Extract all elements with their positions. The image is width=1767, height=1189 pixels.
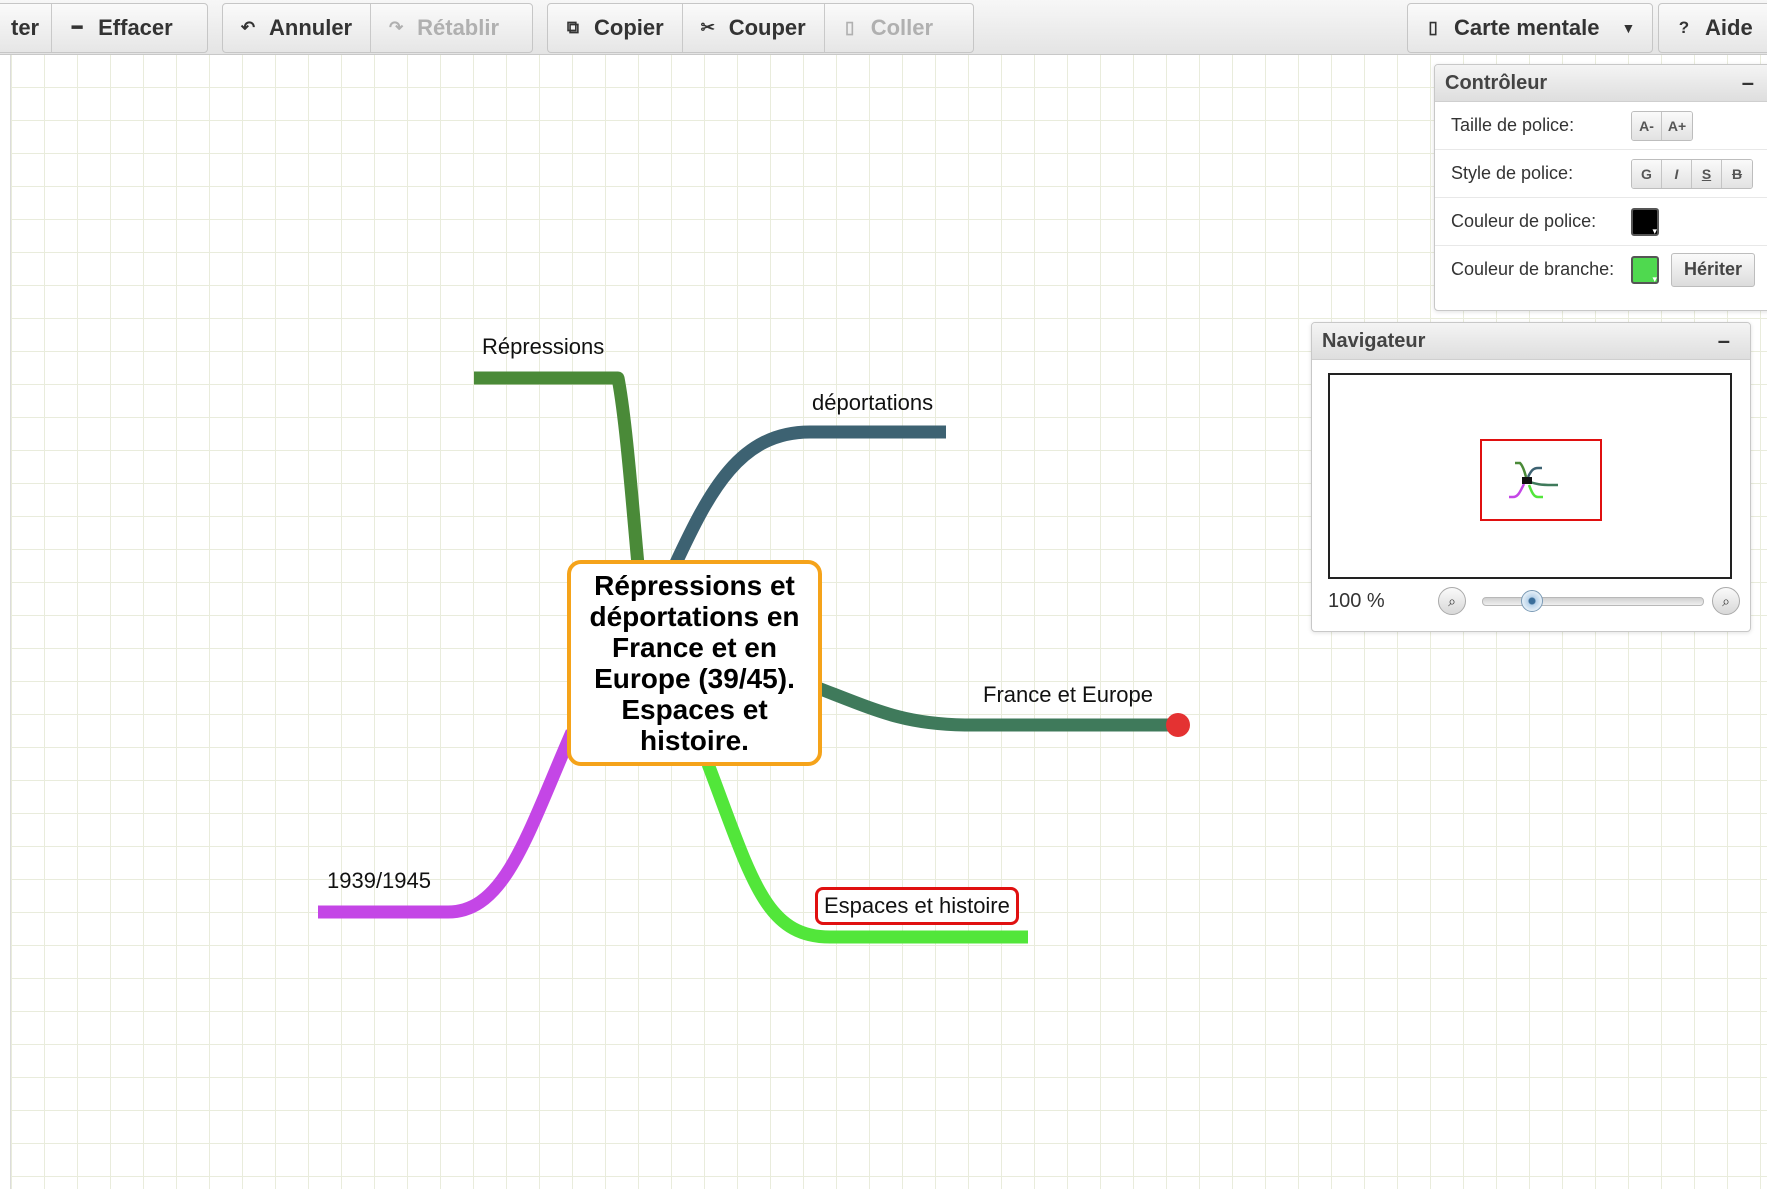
branch-label-repressions[interactable]: Répressions: [482, 334, 604, 360]
zoom-in-icon[interactable]: ⌕: [1712, 587, 1740, 615]
toolbar-group-mode: ▯ Carte mentale ▼: [1407, 3, 1653, 53]
copier-label: Copier: [594, 15, 664, 40]
effacer-button[interactable]: ━ Effacer: [52, 4, 191, 52]
couper-label: Couper: [728, 15, 806, 40]
underline-button[interactable]: S: [1692, 159, 1722, 188]
carte-mentale-dropdown[interactable]: ▯ Carte mentale ▼: [1408, 4, 1652, 52]
font-size-row: Taille de police: A- A+: [1435, 102, 1767, 150]
font-size-decrease-button[interactable]: A-: [1632, 111, 1662, 140]
branch-color-row: Couleur de branche: Hériter: [1435, 246, 1767, 293]
toolbar-group-edit: ter ━ Effacer: [0, 3, 208, 53]
couper-button[interactable]: ✂ Couper: [683, 4, 825, 52]
navigator-preview[interactable]: [1328, 373, 1732, 579]
italic-button[interactable]: I: [1662, 159, 1692, 188]
toolbar-group-help: ? Aide: [1658, 3, 1767, 53]
inherit-button[interactable]: Hériter: [1671, 252, 1756, 287]
aide-button[interactable]: ? Aide: [1659, 4, 1767, 52]
retablir-button[interactable]: ↷ Rétablir: [371, 4, 517, 52]
collapse-icon[interactable]: –: [1738, 70, 1758, 96]
collapse-icon[interactable]: –: [1714, 328, 1734, 354]
branch-end-dot[interactable]: [1166, 713, 1190, 737]
toolbar-group-history: ↶ Annuler ↷ Rétablir: [222, 3, 533, 53]
branch-label-espaces-et-histoire[interactable]: Espaces et histoire: [815, 887, 1019, 925]
font-style-row: Style de police: G I S B: [1435, 150, 1767, 198]
navigator-header: Navigateur –: [1312, 323, 1750, 360]
branch-line-deportations[interactable]: [669, 425, 946, 568]
font-style-buttons: G I S B: [1631, 158, 1753, 189]
font-style-label: Style de police:: [1451, 163, 1574, 183]
font-color-row: Couleur de police:: [1435, 198, 1767, 246]
partial-button[interactable]: ter: [0, 4, 53, 52]
central-topic-node[interactable]: Répressions et déportations en France et…: [567, 560, 822, 766]
zoom-out-icon[interactable]: ⌕: [1438, 587, 1466, 615]
partial-button-label: ter: [11, 15, 40, 40]
branch-color-swatch[interactable]: [1631, 255, 1659, 285]
controller-panel: Contrôleur – Taille de police: A- A+ Sty…: [1434, 64, 1767, 311]
bold-button[interactable]: G: [1632, 159, 1662, 188]
coller-label: Coller: [870, 15, 934, 40]
copy-icon: ⧉: [566, 18, 580, 37]
zoom-slider[interactable]: [1482, 590, 1704, 612]
retablir-label: Rétablir: [417, 15, 500, 40]
branch-label-deportations[interactable]: déportations: [812, 390, 933, 416]
scissors-icon: ✂: [700, 18, 715, 37]
zoom-level-label: 100 %: [1328, 590, 1385, 612]
carte-mentale-label: Carte mentale: [1454, 15, 1600, 40]
branch-label-1939-1945[interactable]: 1939/1945: [327, 868, 431, 894]
toolbar-group-clipboard: ⧉ Copier ✂ Couper ▯ Coller: [547, 3, 974, 53]
font-size-buttons: A- A+: [1631, 110, 1693, 141]
controller-header: Contrôleur –: [1435, 65, 1767, 102]
branch-line-repressions[interactable]: [474, 371, 645, 566]
undo-icon: ↶: [240, 18, 256, 37]
effacer-label: Effacer: [98, 15, 173, 40]
zoom-controls: 100 % ⌕ ⌕: [1328, 587, 1740, 617]
font-color-label: Couleur de police:: [1451, 211, 1597, 231]
central-topic-text: Répressions et déportations en France et…: [589, 570, 800, 756]
annuler-button[interactable]: ↶ Annuler: [223, 4, 372, 52]
branch-color-label: Couleur de branche:: [1451, 259, 1615, 279]
document-icon: ▯: [1428, 18, 1438, 37]
zoom-slider-thumb[interactable]: [1521, 590, 1544, 612]
font-color-swatch[interactable]: [1631, 207, 1659, 237]
strikethrough-button[interactable]: B: [1722, 159, 1752, 188]
font-size-increase-button[interactable]: A+: [1662, 111, 1692, 140]
navigator-title: Navigateur: [1322, 329, 1426, 352]
navigator-panel: Navigateur – 100 % ⌕ ⌕: [1311, 322, 1751, 632]
copier-button[interactable]: ⧉ Copier: [548, 4, 683, 52]
chevron-down-icon: ▼: [1621, 20, 1636, 36]
paste-icon: ▯: [845, 18, 855, 37]
toolbar: ter ━ Effacer ↶ Annuler ↷ Rétablir ⧉ Cop…: [0, 0, 1767, 55]
coller-button[interactable]: ▯ Coller: [825, 4, 951, 52]
branch-label-france-europe[interactable]: France et Europe: [983, 682, 1153, 708]
minus-icon: ━: [72, 18, 83, 37]
question-icon: ?: [1678, 18, 1690, 37]
annuler-label: Annuler: [269, 15, 353, 40]
aide-label: Aide: [1705, 15, 1753, 40]
font-size-label: Taille de police:: [1451, 115, 1575, 135]
controller-title: Contrôleur: [1445, 71, 1548, 94]
navigator-mini-map: [1509, 461, 1558, 499]
redo-icon: ↷: [389, 18, 404, 37]
